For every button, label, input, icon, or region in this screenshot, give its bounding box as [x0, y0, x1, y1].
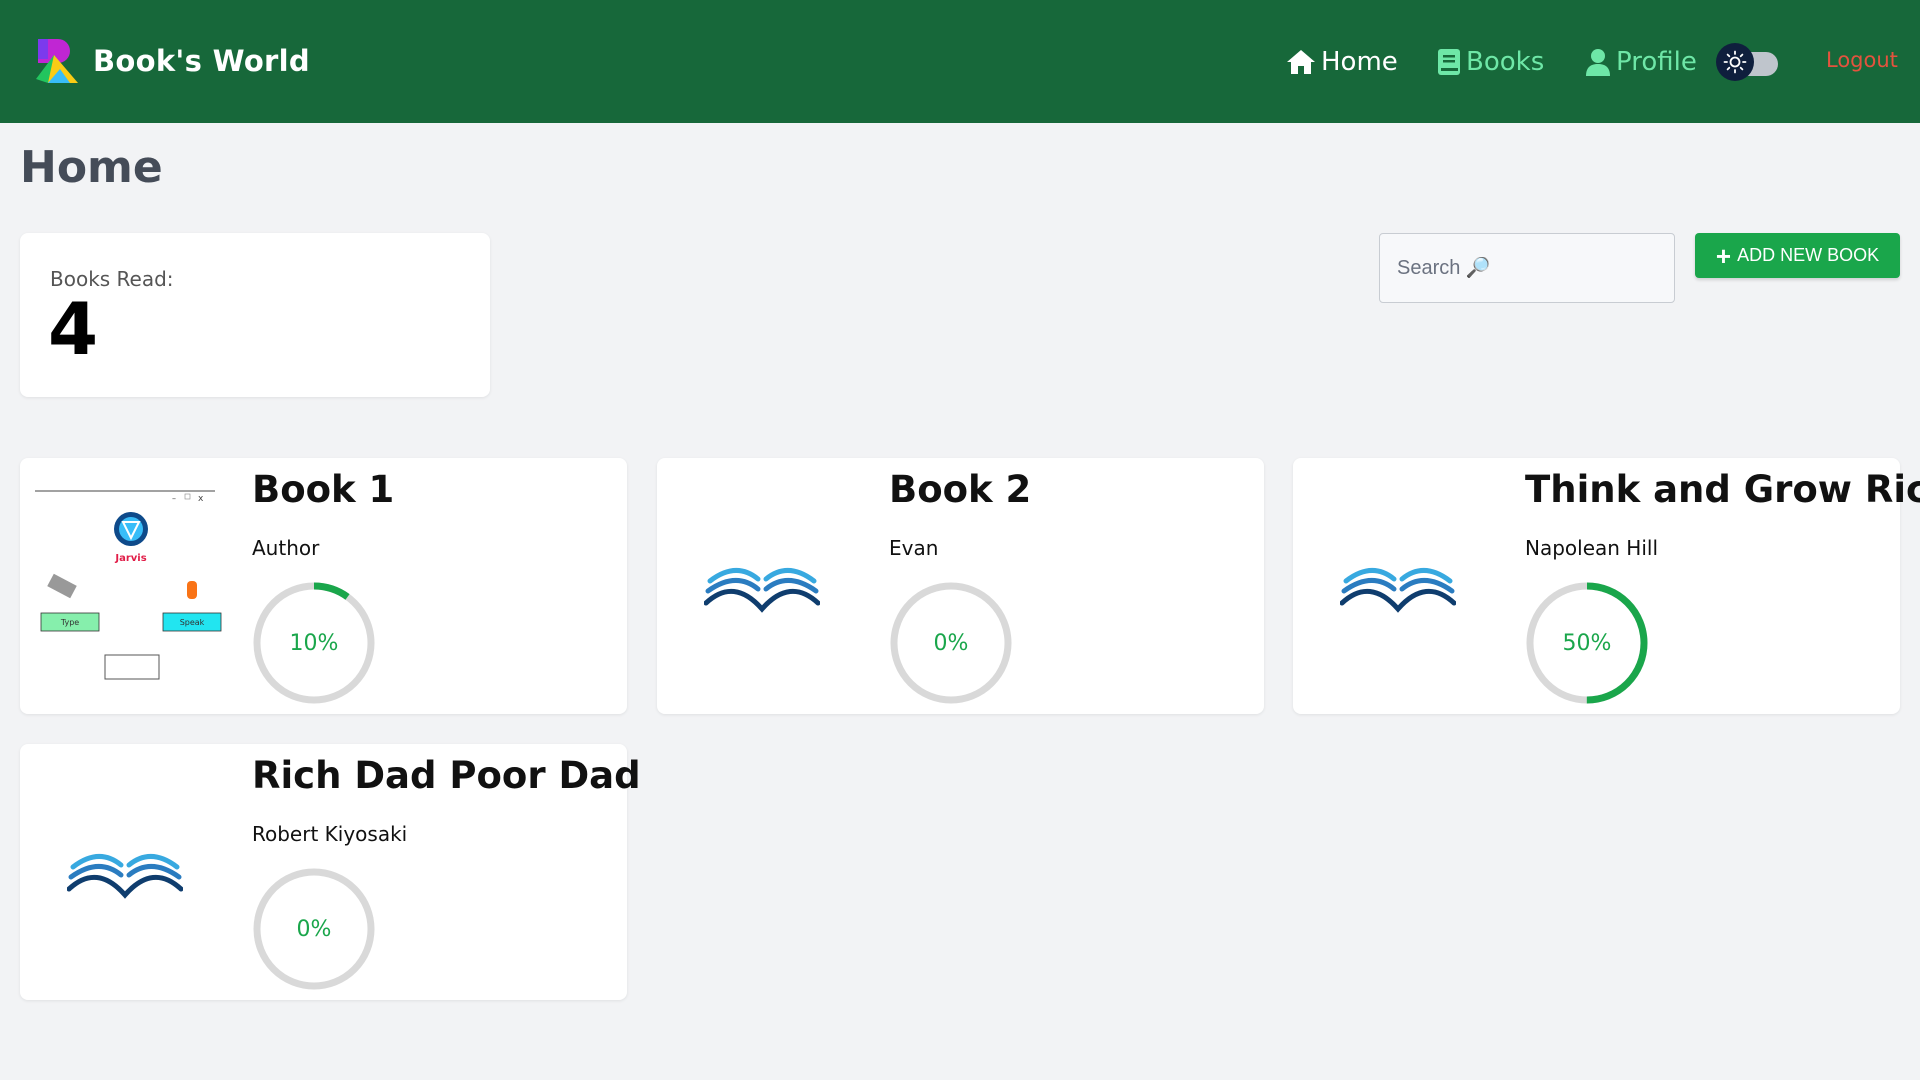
nav-books[interactable]: Books: [1437, 44, 1544, 80]
book-icon: [1438, 49, 1460, 75]
nav-books-label: Books: [1466, 47, 1545, 77]
page-title: Home: [20, 142, 163, 193]
screenshot-cover-image: – x Jarvis Type Speak: [27, 481, 223, 691]
book-card[interactable]: Rich Dad Poor Dad Robert Kiyosaki 0%: [20, 744, 641, 1000]
cover-window-title: Jarvis: [114, 553, 146, 564]
book-cover: [1293, 458, 1503, 714]
book-cover: [20, 744, 230, 1000]
add-new-book-label: ADD NEW BOOK: [1737, 245, 1880, 265]
progress-label: 10%: [289, 630, 339, 656]
app-name: Book's World: [93, 44, 310, 78]
book-title: Book 1: [252, 468, 395, 511]
book-card[interactable]: – x Jarvis Type Speak Book 1 Author 10%: [20, 458, 627, 714]
book-title: Think and Grow Rich: [1525, 468, 1920, 511]
home-icon: [1287, 50, 1315, 74]
sun-icon: [1723, 50, 1747, 74]
add-new-book-button[interactable]: + ADD NEW BOOK: [1695, 233, 1900, 278]
nav-home-label: Home: [1321, 47, 1398, 77]
book-cover: – x Jarvis Type Speak: [20, 458, 230, 714]
book-title: Rich Dad Poor Dad: [252, 754, 641, 797]
cover-speak-button: Speak: [180, 618, 205, 627]
progress-ring: 50%: [1525, 581, 1649, 705]
open-book-icon: [67, 854, 183, 899]
book-author: Author: [252, 536, 320, 560]
book-author: Evan: [889, 536, 939, 560]
search-box: [1379, 233, 1675, 303]
cover-type-button: Type: [60, 618, 79, 627]
theme-toggle[interactable]: [1716, 43, 1778, 81]
progress-label: 50%: [1562, 630, 1612, 656]
book-author: Robert Kiyosaki: [252, 822, 408, 846]
progress-ring: 0%: [889, 581, 1013, 705]
book-title: Book 2: [889, 468, 1032, 511]
brand-link[interactable]: Book's World: [34, 35, 310, 87]
open-book-icon: [1340, 568, 1456, 613]
svg-text:x: x: [198, 494, 204, 504]
app-logo-icon: [36, 39, 78, 83]
nav-home[interactable]: Home: [1286, 44, 1398, 80]
book-author: Napolean Hill: [1525, 536, 1659, 560]
progress-label: 0%: [933, 630, 969, 656]
progress-ring: 10%: [252, 581, 376, 705]
progress-ring: 0%: [252, 867, 376, 991]
open-book-icon: [704, 568, 820, 613]
user-icon: [1586, 49, 1610, 76]
book-cover: [657, 458, 867, 714]
nav-profile-label: Profile: [1616, 47, 1697, 77]
books-read-value: 4: [48, 287, 99, 371]
nav-profile[interactable]: Profile: [1585, 44, 1697, 80]
progress-label: 0%: [296, 916, 332, 942]
toggle-knob: [1716, 43, 1754, 81]
plus-icon: +: [1715, 240, 1732, 271]
search-input[interactable]: [1397, 256, 1674, 280]
book-card[interactable]: Think and Grow Rich Napolean Hill 50%: [1293, 458, 1920, 714]
navbar: Book's World Home Books Profile Logout: [0, 0, 1920, 123]
svg-text:–: –: [172, 494, 176, 503]
book-card[interactable]: Book 2 Evan 0%: [657, 458, 1264, 714]
books-read-card: Books Read: 4: [20, 233, 490, 397]
logout-link[interactable]: Logout: [1826, 48, 1898, 72]
